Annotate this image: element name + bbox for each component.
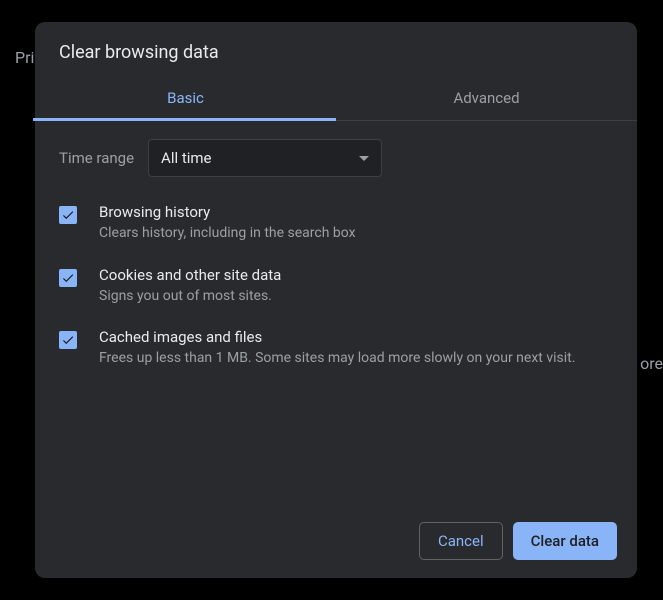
- option-title: Cookies and other site data: [99, 266, 613, 284]
- time-range-label: Time range: [59, 149, 134, 167]
- check-icon: [61, 333, 75, 347]
- dialog-title: Clear browsing data: [35, 22, 637, 77]
- tab-basic[interactable]: Basic: [35, 77, 336, 120]
- time-range-select[interactable]: All time: [148, 139, 382, 177]
- time-range-value: All time: [161, 149, 211, 167]
- check-icon: [61, 271, 75, 285]
- option-title: Cached images and files: [99, 328, 613, 346]
- option-title: Browsing history: [99, 203, 613, 221]
- checkbox-browsing-history[interactable]: [59, 206, 77, 224]
- option-text: Browsing history Clears history, includi…: [99, 203, 613, 244]
- tab-advanced[interactable]: Advanced: [336, 77, 637, 120]
- tabs: Basic Advanced: [35, 77, 637, 121]
- checkbox-cached[interactable]: [59, 331, 77, 349]
- option-browsing-history: Browsing history Clears history, includi…: [59, 203, 613, 244]
- dialog-footer: Cancel Clear data: [35, 506, 637, 578]
- option-desc: Signs you out of most sites.: [99, 287, 613, 307]
- option-text: Cookies and other site data Signs you ou…: [99, 266, 613, 307]
- dialog-content: Time range All time Browsing history Cle…: [35, 121, 637, 506]
- option-desc: Frees up less than 1 MB. Some sites may …: [99, 349, 613, 369]
- time-range-row: Time range All time: [59, 139, 613, 177]
- background-text: ore: [640, 354, 663, 373]
- cancel-button[interactable]: Cancel: [419, 522, 503, 560]
- clear-data-button[interactable]: Clear data: [513, 522, 617, 560]
- checkbox-cookies[interactable]: [59, 269, 77, 287]
- option-cached: Cached images and files Frees up less th…: [59, 328, 613, 369]
- chevron-down-icon: [359, 156, 369, 161]
- check-icon: [61, 208, 75, 222]
- option-desc: Clears history, including in the search …: [99, 224, 613, 244]
- option-text: Cached images and files Frees up less th…: [99, 328, 613, 369]
- clear-browsing-data-dialog: Clear browsing data Basic Advanced Time …: [35, 22, 637, 578]
- option-cookies: Cookies and other site data Signs you ou…: [59, 266, 613, 307]
